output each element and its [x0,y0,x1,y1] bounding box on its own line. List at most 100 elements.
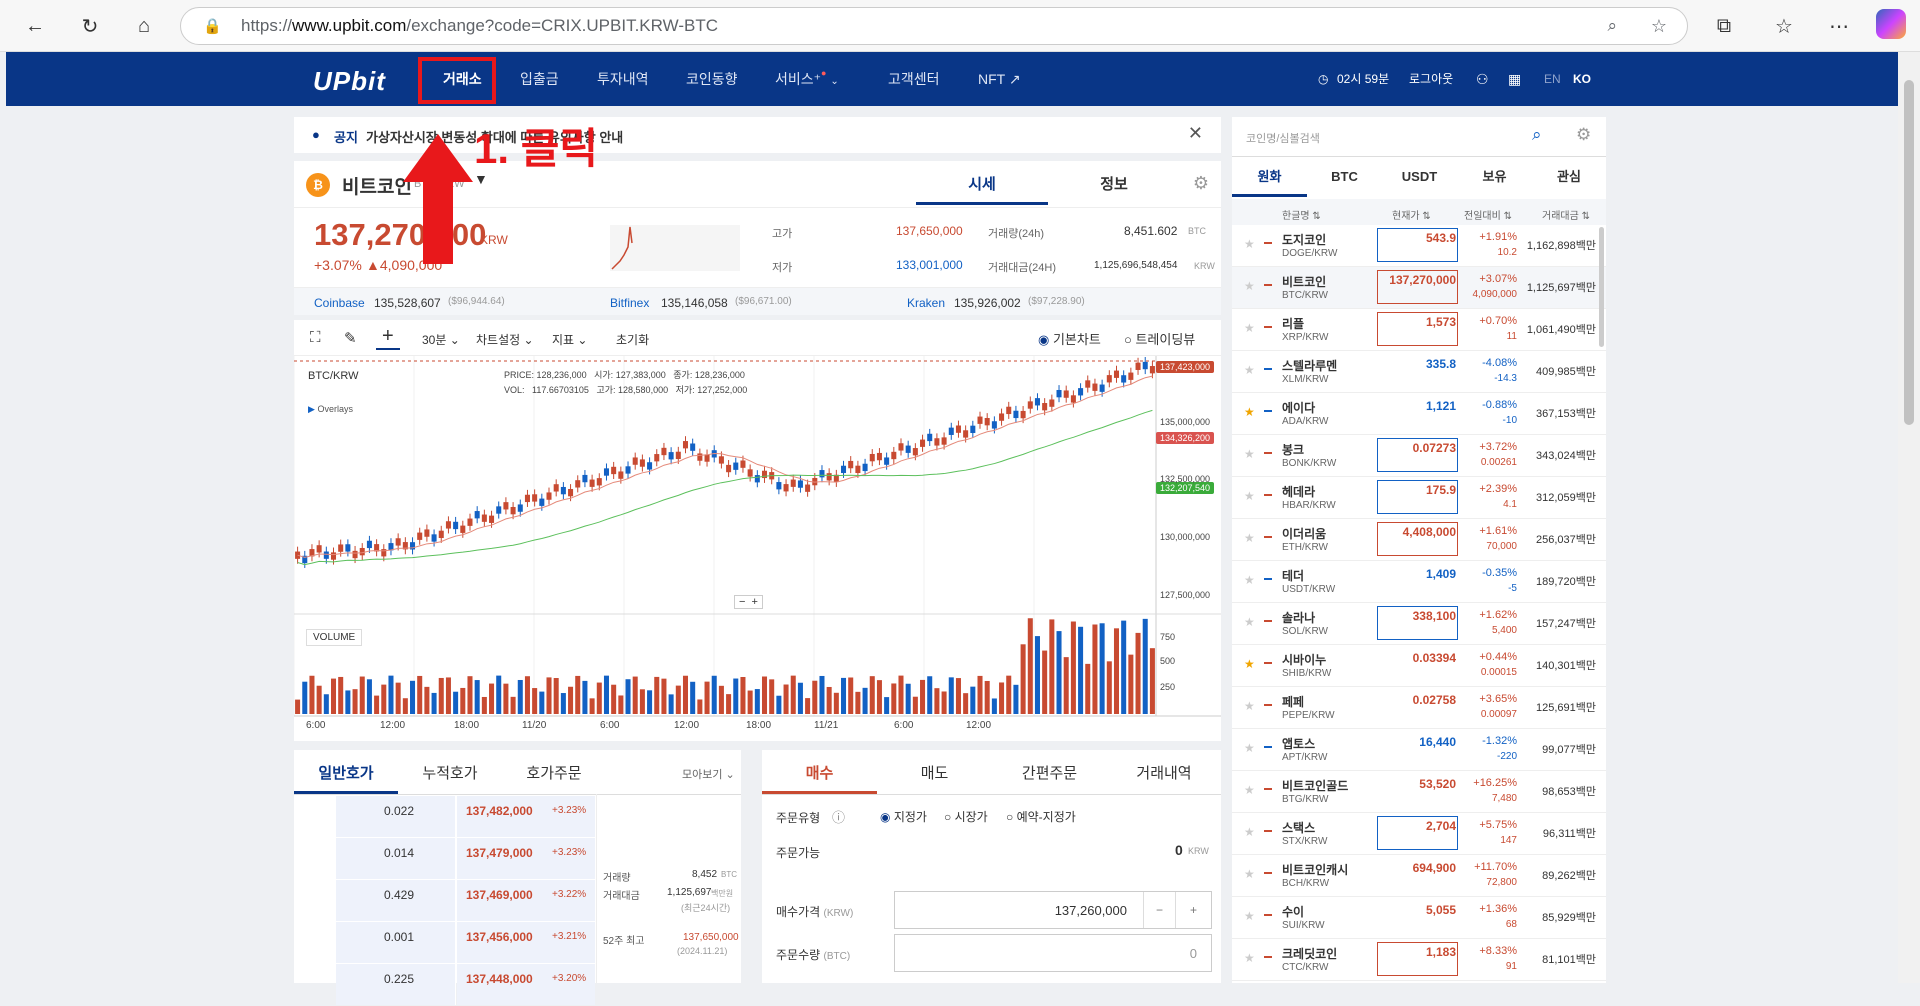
help-icon[interactable]: ⓘ [832,807,845,826]
coin-search[interactable]: 코인명/심볼검색 ⌕ ⚙ [1232,117,1606,157]
tab-info[interactable]: 정보 [1048,173,1180,205]
favorite-star-icon[interactable]: ★ [1244,531,1255,545]
favorite-star-icon[interactable]: ★ [1244,741,1255,755]
market-row[interactable]: ★ 헤데라 HBAR/KRW 175.9 +2.39% 4.1 312,059백… [1232,477,1606,519]
home-icon[interactable]: ⌂ [127,9,161,43]
candle-chart-svg[interactable] [293,356,1221,741]
copilot-icon[interactable] [1876,9,1906,39]
nav-nft[interactable]: NFT ↗ [978,52,1021,106]
quantity-input[interactable]: 0 [894,934,1212,972]
col-price[interactable]: 현재가 ⇅ [1392,207,1431,222]
zoom-controls[interactable]: − + [734,595,763,609]
market-row[interactable]: ★ 도지코인 DOGE/KRW 543.9 +1.91% 10.2 1,162,… [1232,225,1606,267]
market-row[interactable]: ★ 앱토스 APT/KRW 16,440 -1.32% -220 99,077백… [1232,729,1606,771]
market-row[interactable]: ★ 비트코인골드 BTG/KRW 53,520 +16.25% 7,480 98… [1232,771,1606,813]
market-row[interactable]: ★ 비트코인캐시 BCH/KRW 694,900 +11.70% 72,800 … [1232,855,1606,897]
crosshair-icon[interactable]: + [376,325,400,350]
pencil-icon[interactable]: ✎ [344,329,357,347]
menu-icon[interactable]: ⋯ [1822,9,1856,43]
tradingview-radio[interactable]: ○ 트레이딩뷰 [1124,329,1195,348]
back-icon[interactable]: ← [18,9,52,43]
market-row[interactable]: ★ 솔라나 SOL/KRW 338,100 +1.62% 5,400 157,2… [1232,603,1606,645]
favorite-star-icon[interactable]: ★ [1244,657,1255,671]
nav-services[interactable]: 서비스⁺● ⌄ [775,52,839,106]
market-order-radio[interactable]: ○ 시장가 [944,808,988,825]
favorite-star-icon[interactable]: ★ [1244,573,1255,587]
nav-deposit[interactable]: 입출금 [520,52,559,106]
list-scrollbar[interactable] [1599,227,1604,347]
tab-buy[interactable]: 매수 [762,762,877,794]
zoom-icon[interactable]: ⌕ [1607,16,1617,36]
buy-price-input[interactable]: 137,260,000 − + [894,891,1212,929]
favorite-star-icon[interactable]: ★ [1244,405,1255,419]
market-row[interactable]: ★ 수이 SUI/KRW 5,055 +1.36% 68 85,929백만 [1232,897,1606,939]
favorites-icon[interactable]: ☆ [1767,9,1801,43]
tab-cumulative-orderbook[interactable]: 누적호가 [398,762,502,794]
tab-trade-history[interactable]: 거래내역 [1107,762,1221,794]
tab-orderbook-order[interactable]: 호가주문 [502,762,606,794]
market-row[interactable]: ★ 이더리움 ETH/KRW 4,408,000 +1.61% 70,000 2… [1232,519,1606,561]
interval-select[interactable]: 30분 ⌄ [422,331,460,348]
market-row[interactable]: ★ 비트코인 BTC/KRW 137,270,000 +3.07% 4,090,… [1232,267,1606,309]
tab-favorites[interactable]: 관심 [1532,157,1606,197]
favorite-star-icon[interactable]: ★ [1244,909,1255,923]
market-row[interactable]: ★ 테더 USDT/KRW 1,409 -0.35% -5 189,720백만 [1232,561,1606,603]
price-decrease-button[interactable]: − [1143,892,1175,928]
favorite-star-icon[interactable]: ★ [1244,321,1255,335]
tab-general-orderbook[interactable]: 일반호가 [294,762,398,794]
refresh-icon[interactable]: ↻ [73,9,107,43]
tab-sell[interactable]: 매도 [877,762,992,794]
col-name[interactable]: 한글명 ⇅ [1282,207,1321,222]
market-row[interactable]: ★ 크레딧코인 CTC/KRW 1,183 +8.33% 91 81,101백만 [1232,939,1606,981]
fullscreen-icon[interactable]: ⛶ [310,329,321,346]
favorite-star-icon[interactable]: ★ [1244,363,1255,377]
market-row[interactable]: ★ 리플 XRP/KRW 1,573 +0.70% 11 1,061,490백만 [1232,309,1606,351]
user-icon[interactable]: ⚇ [1476,52,1489,106]
favorite-star-icon[interactable]: ★ [1244,237,1255,251]
view-select[interactable]: 모아보기 ⌄ [682,766,735,782]
favorite-star-icon[interactable]: ★ [1244,447,1255,461]
market-row[interactable]: ★ 스텔라루멘 XLM/KRW 335.8 -4.08% -14.3 409,9… [1232,351,1606,393]
page-scrollbar[interactable] [1898,52,1920,983]
tab-simple-order[interactable]: 간편주문 [992,762,1107,794]
list-settings-icon[interactable]: ⚙ [1576,125,1591,145]
market-row[interactable]: ★ 페페 PEPE/KRW 0.02758 +3.65% 0.00097 125… [1232,687,1606,729]
settings-gear-icon[interactable]: ⚙ [1193,173,1209,194]
close-icon[interactable]: ✕ [1188,123,1203,144]
search-icon[interactable]: ⌕ [1532,125,1542,145]
indicator-select[interactable]: 지표 ⌄ [552,331,587,348]
lang-ko[interactable]: KO [1573,52,1591,106]
chart-settings[interactable]: 차트설정 ⌄ [476,331,534,348]
scrollbar-thumb[interactable] [1904,80,1914,425]
tab-usdt[interactable]: USDT [1382,157,1457,197]
chart-reset[interactable]: 초기화 [616,331,649,348]
market-row[interactable]: ★ 에이다 ADA/KRW 1,121 -0.88% -10 367,153백만 [1232,393,1606,435]
tab-holdings[interactable]: 보유 [1457,157,1532,197]
lang-en[interactable]: EN [1544,52,1561,106]
tab-price[interactable]: 시세 [916,173,1048,205]
favorite-icon[interactable]: ☆ [1651,16,1667,37]
tab-krw[interactable]: 원화 [1232,157,1307,197]
favorite-star-icon[interactable]: ★ [1244,825,1255,839]
nav-investments[interactable]: 투자내역 [597,52,649,106]
reserved-order-radio[interactable]: ○ 예약-지정가 [1006,808,1076,825]
favorite-star-icon[interactable]: ★ [1244,699,1255,713]
extensions-icon[interactable]: ⧉ [1707,9,1741,43]
market-row[interactable]: ★ 시바이누 SHIB/KRW 0.03394 +0.44% 0.00015 1… [1232,645,1606,687]
favorite-star-icon[interactable]: ★ [1244,951,1255,965]
logout-link[interactable]: 로그아웃 [1409,52,1453,106]
nav-support[interactable]: 고객센터 [888,52,940,106]
price-increase-button[interactable]: + [1175,892,1211,928]
price-chart[interactable]: BTC/KRW ▶ Overlays PRICE: 128,236,000 시가… [293,356,1221,741]
market-row[interactable]: ★ 스택스 STX/KRW 2,704 +5.75% 147 96,311백만 [1232,813,1606,855]
grid-icon[interactable]: ▦ [1508,52,1521,106]
market-row[interactable]: ★ 봉크 BONK/KRW 0.07273 +3.72% 0.00261 343… [1232,435,1606,477]
overlays-toggle[interactable]: ▶ Overlays [308,404,353,415]
basic-chart-radio[interactable]: ◉ 기본차트 [1038,329,1101,348]
favorite-star-icon[interactable]: ★ [1244,489,1255,503]
col-amount[interactable]: 거래대금 ⇅ [1542,207,1590,222]
favorite-star-icon[interactable]: ★ [1244,279,1255,293]
address-bar[interactable]: 🔒 https://www.upbit.com/exchange?code=CR… [180,7,1688,45]
limit-order-radio[interactable]: ◉ 지정가 [880,808,927,825]
upbit-logo[interactable]: UPbit [313,66,386,97]
